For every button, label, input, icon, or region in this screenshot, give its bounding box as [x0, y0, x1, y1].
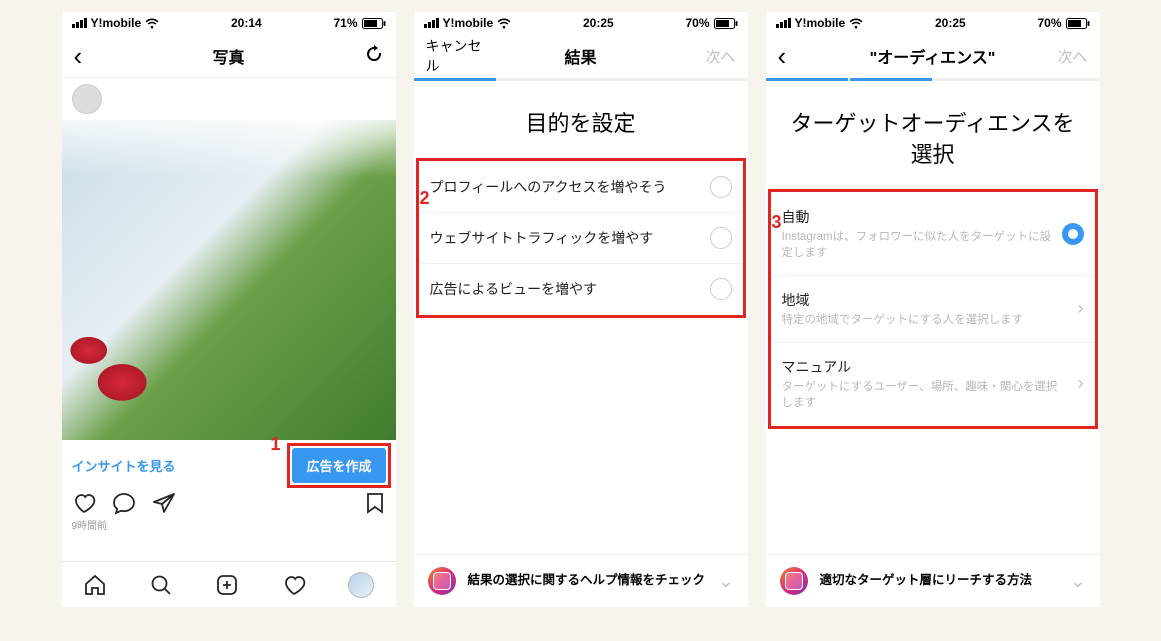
add-tab-icon[interactable]: [215, 573, 239, 597]
status-bar: Y!mobile 20:25 70%: [414, 12, 748, 34]
insights-link[interactable]: インサイトを見る: [72, 456, 176, 475]
timestamp: 9時間前: [62, 515, 396, 538]
chevron-down-icon: ⌄: [1070, 571, 1085, 592]
screen-goal: Y!mobile 20:25 70% キャンセル 結果 次へ 目的を設定 2 プ…: [414, 12, 748, 607]
battery-percent: 71%: [333, 16, 357, 30]
post-photo[interactable]: [62, 120, 396, 440]
chevron-right-icon: ›: [1078, 373, 1084, 394]
carrier-label: Y!mobile: [443, 16, 494, 30]
nav-title: "オーディエンス": [838, 44, 1028, 68]
battery-icon: [1066, 18, 1090, 29]
radio-empty-icon: [710, 227, 732, 249]
activity-tab-icon[interactable]: [282, 573, 306, 597]
goal-option-website[interactable]: ウェブサイトトラフィックを増やす: [420, 213, 742, 264]
signal-icon: [776, 18, 791, 28]
carrier-label: Y!mobile: [91, 16, 142, 30]
bookmark-icon[interactable]: [364, 491, 386, 515]
tab-bar: [62, 561, 396, 607]
back-button[interactable]: ‹: [74, 43, 134, 69]
battery-icon: [362, 18, 386, 29]
nav-title: 結果: [486, 44, 676, 68]
option-title: マニュアル: [782, 357, 1068, 377]
help-icon: [428, 567, 456, 595]
radio-empty-icon: [710, 176, 732, 198]
status-bar: Y!mobile 20:25 70%: [766, 12, 1100, 34]
signal-icon: [424, 18, 439, 28]
promote-button[interactable]: 広告を作成: [292, 448, 385, 483]
clock-label: 20:25: [583, 16, 614, 30]
screen-photo: Y!mobile 20:14 71% ‹ 写真 インサイトを見る 1 広告を作成: [62, 12, 396, 607]
audience-option-auto[interactable]: 自動 Instagramは、フォロワーに似た人をターゲットに設定します: [772, 193, 1094, 276]
help-text: 結果の選択に関するヘルプ情報をチェック: [468, 572, 707, 590]
post-footer: インサイトを見る 1 広告を作成: [62, 440, 396, 487]
audience-option-region[interactable]: 地域 特定の地域でターゲットにする人を選択します ›: [772, 276, 1094, 343]
help-text: 適切なターゲット層にリーチする方法: [820, 572, 1059, 590]
option-subtitle: ターゲットにするユーザー、場所、趣味・関心を選択します: [782, 379, 1068, 411]
chevron-right-icon: ›: [1078, 298, 1084, 319]
battery-icon: [714, 18, 738, 29]
option-subtitle: Instagramは、フォロワーに似た人をターゲットに設定します: [782, 229, 1052, 261]
nav-bar: キャンセル 結果 次へ: [414, 34, 748, 78]
help-icon: [780, 567, 808, 595]
next-button[interactable]: 次へ: [676, 46, 736, 67]
back-button[interactable]: ‹: [778, 43, 838, 69]
wifi-icon: [849, 18, 863, 29]
like-icon[interactable]: [72, 491, 96, 515]
wifi-icon: [145, 18, 159, 29]
audience-option-group: 自動 Instagramは、フォロワーに似た人をターゲットに設定します 地域 特…: [772, 193, 1094, 425]
option-title: 地域: [782, 290, 1068, 310]
option-label: プロフィールへのアクセスを増やそう: [430, 177, 700, 197]
next-button[interactable]: 次へ: [1028, 46, 1088, 67]
option-subtitle: 特定の地域でターゲットにする人を選択します: [782, 312, 1068, 328]
radio-selected-icon: [1062, 223, 1084, 245]
post-header: [62, 78, 396, 120]
help-card[interactable]: 結果の選択に関するヘルプ情報をチェック ⌄: [414, 554, 748, 607]
option-label: 広告によるビューを増やす: [430, 279, 700, 299]
nav-title: 写真: [134, 44, 324, 68]
audience-option-manual[interactable]: マニュアル ターゲットにするユーザー、場所、趣味・関心を選択します ›: [772, 343, 1094, 425]
option-label: ウェブサイトトラフィックを増やす: [430, 228, 700, 248]
page-heading: 目的を設定: [414, 81, 748, 162]
status-bar: Y!mobile 20:14 71%: [62, 12, 396, 34]
nav-bar: ‹ 写真: [62, 34, 396, 78]
page-heading: ターゲットオーディエンスを選択: [766, 81, 1100, 193]
annotation-step-1: 1: [270, 434, 280, 455]
cancel-button[interactable]: キャンセル: [426, 36, 486, 76]
clock-label: 20:14: [231, 16, 262, 30]
comment-icon[interactable]: [112, 491, 136, 515]
action-row: [62, 487, 396, 515]
help-card[interactable]: 適切なターゲット層にリーチする方法 ⌄: [766, 554, 1100, 607]
profile-tab-icon[interactable]: [348, 572, 374, 598]
share-icon[interactable]: [152, 491, 176, 515]
signal-icon: [72, 18, 87, 28]
screen-audience: Y!mobile 20:25 70% ‹ "オーディエンス" 次へ ターゲットオ…: [766, 12, 1100, 607]
avatar[interactable]: [72, 84, 102, 114]
refresh-button[interactable]: [324, 44, 384, 68]
search-tab-icon[interactable]: [149, 573, 173, 597]
carrier-label: Y!mobile: [795, 16, 846, 30]
battery-percent: 70%: [1037, 16, 1061, 30]
goal-option-profile[interactable]: プロフィールへのアクセスを増やそう: [420, 162, 742, 213]
chevron-down-icon: ⌄: [718, 571, 733, 592]
option-title: 自動: [782, 207, 1052, 227]
wifi-icon: [497, 18, 511, 29]
home-tab-icon[interactable]: [83, 573, 107, 597]
battery-percent: 70%: [685, 16, 709, 30]
clock-label: 20:25: [935, 16, 966, 30]
nav-bar: ‹ "オーディエンス" 次へ: [766, 34, 1100, 78]
goal-option-views[interactable]: 広告によるビューを増やす: [420, 264, 742, 314]
goal-option-group: プロフィールへのアクセスを増やそう ウェブサイトトラフィックを増やす 広告による…: [420, 162, 742, 314]
radio-empty-icon: [710, 278, 732, 300]
